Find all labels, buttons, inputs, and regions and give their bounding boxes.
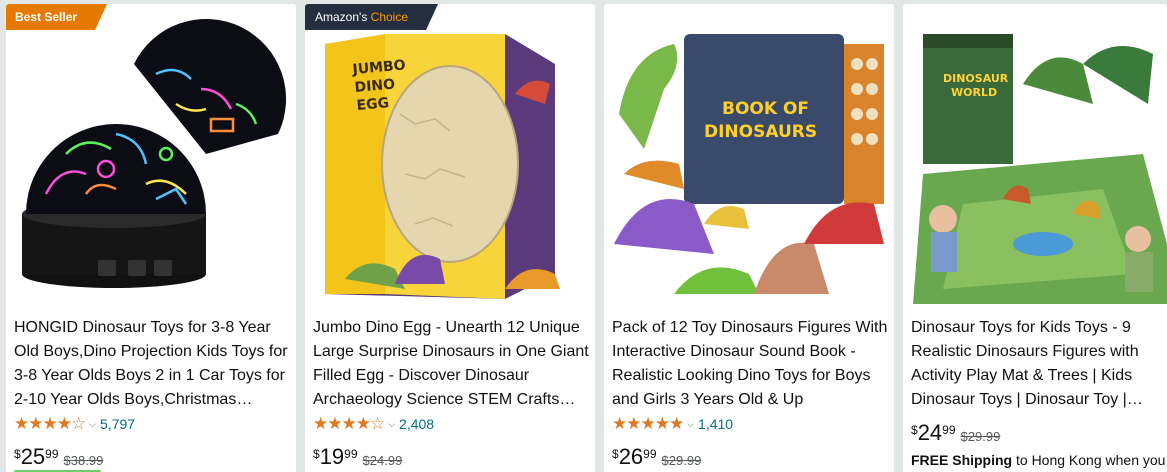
product-card[interactable]: JUMBO DINO EGG Amazon's Choice Jumbo Din… <box>305 4 595 472</box>
star-rating-icon[interactable]: ★★★★☆ <box>313 414 385 434</box>
shipping-info: FREE Shipping to Hong Kong when you <box>911 452 1166 468</box>
product-image[interactable]: DINOSAUR WORLD <box>903 4 1167 304</box>
product-title-link[interactable]: Jumbo Dino Egg - Unearth 12 Unique Large… <box>313 316 591 412</box>
product-title-link[interactable]: HONGID Dinosaur Toys for 3-8 Year Old Bo… <box>14 316 292 412</box>
chevron-down-icon[interactable]: ⌵ <box>388 419 395 430</box>
svg-text:DINOSAUR: DINOSAUR <box>943 72 1009 85</box>
rating-row: ★★★★☆ ⌵ 2,408 <box>313 414 434 434</box>
product-image[interactable]: JUMBO DINO EGG Amazon's Choice <box>305 4 595 304</box>
best-seller-badge: Best Seller <box>6 4 107 30</box>
dino-projector-image <box>6 4 296 304</box>
review-count-link[interactable]: 1,410 <box>698 416 733 432</box>
price: $ 19 99 $24.99 <box>313 444 403 469</box>
product-image[interactable]: BOOK OF DINOSAURS <box>604 4 894 304</box>
product-title-link[interactable]: Pack of 12 Toy Dinosaurs Figures With In… <box>612 316 890 412</box>
list-price: $38.99 <box>63 453 104 468</box>
list-price: $29.99 <box>960 429 1001 444</box>
price: $ 26 99 $29.99 <box>612 444 702 469</box>
product-card[interactable]: BOOK OF DINOSAURS Pack of 12 Toy Dinosau… <box>604 4 894 472</box>
chevron-down-icon[interactable]: ⌵ <box>89 419 96 430</box>
rating-row: ★★★★☆ ⌵ 5,797 <box>14 414 135 434</box>
dinosaur-figures-book-image: BOOK OF DINOSAURS <box>604 4 894 304</box>
dinosaur-playmat-image: DINOSAUR WORLD <box>903 4 1167 304</box>
price: $ 24 99 $29.99 <box>911 420 1001 445</box>
product-card[interactable]: Best Seller HONGID Dinosaur Toys for 3-8… <box>6 4 296 472</box>
review-count-link[interactable]: 5,797 <box>100 416 135 432</box>
dino-egg-image: JUMBO DINO EGG <box>305 4 595 304</box>
rating-row: ★★★★★ ⌵ 1,410 <box>612 414 733 434</box>
product-card[interactable]: DINOSAUR WORLD Dinosaur Toys for Kids To… <box>903 4 1167 472</box>
svg-text:DINOSAURS: DINOSAURS <box>704 122 817 142</box>
review-count-link[interactable]: 2,408 <box>399 416 434 432</box>
product-title-link[interactable]: Dinosaur Toys for Kids Toys - 9 Realisti… <box>911 316 1167 412</box>
price: $ 25 99 $38.99 <box>14 444 104 469</box>
product-results-row: Best Seller HONGID Dinosaur Toys for 3-8… <box>0 0 1167 472</box>
star-rating-icon[interactable]: ★★★★★ <box>612 414 684 434</box>
star-rating-icon[interactable]: ★★★★☆ <box>14 414 86 434</box>
svg-text:EGG: EGG <box>356 95 390 114</box>
list-price: $29.99 <box>661 453 702 468</box>
amazons-choice-badge: Amazon's Choice <box>305 4 438 30</box>
svg-text:BOOK OF: BOOK OF <box>722 99 809 119</box>
chevron-down-icon[interactable]: ⌵ <box>687 419 694 430</box>
svg-text:WORLD: WORLD <box>951 86 997 99</box>
list-price: $24.99 <box>362 453 403 468</box>
product-image[interactable]: Best Seller <box>6 4 296 304</box>
